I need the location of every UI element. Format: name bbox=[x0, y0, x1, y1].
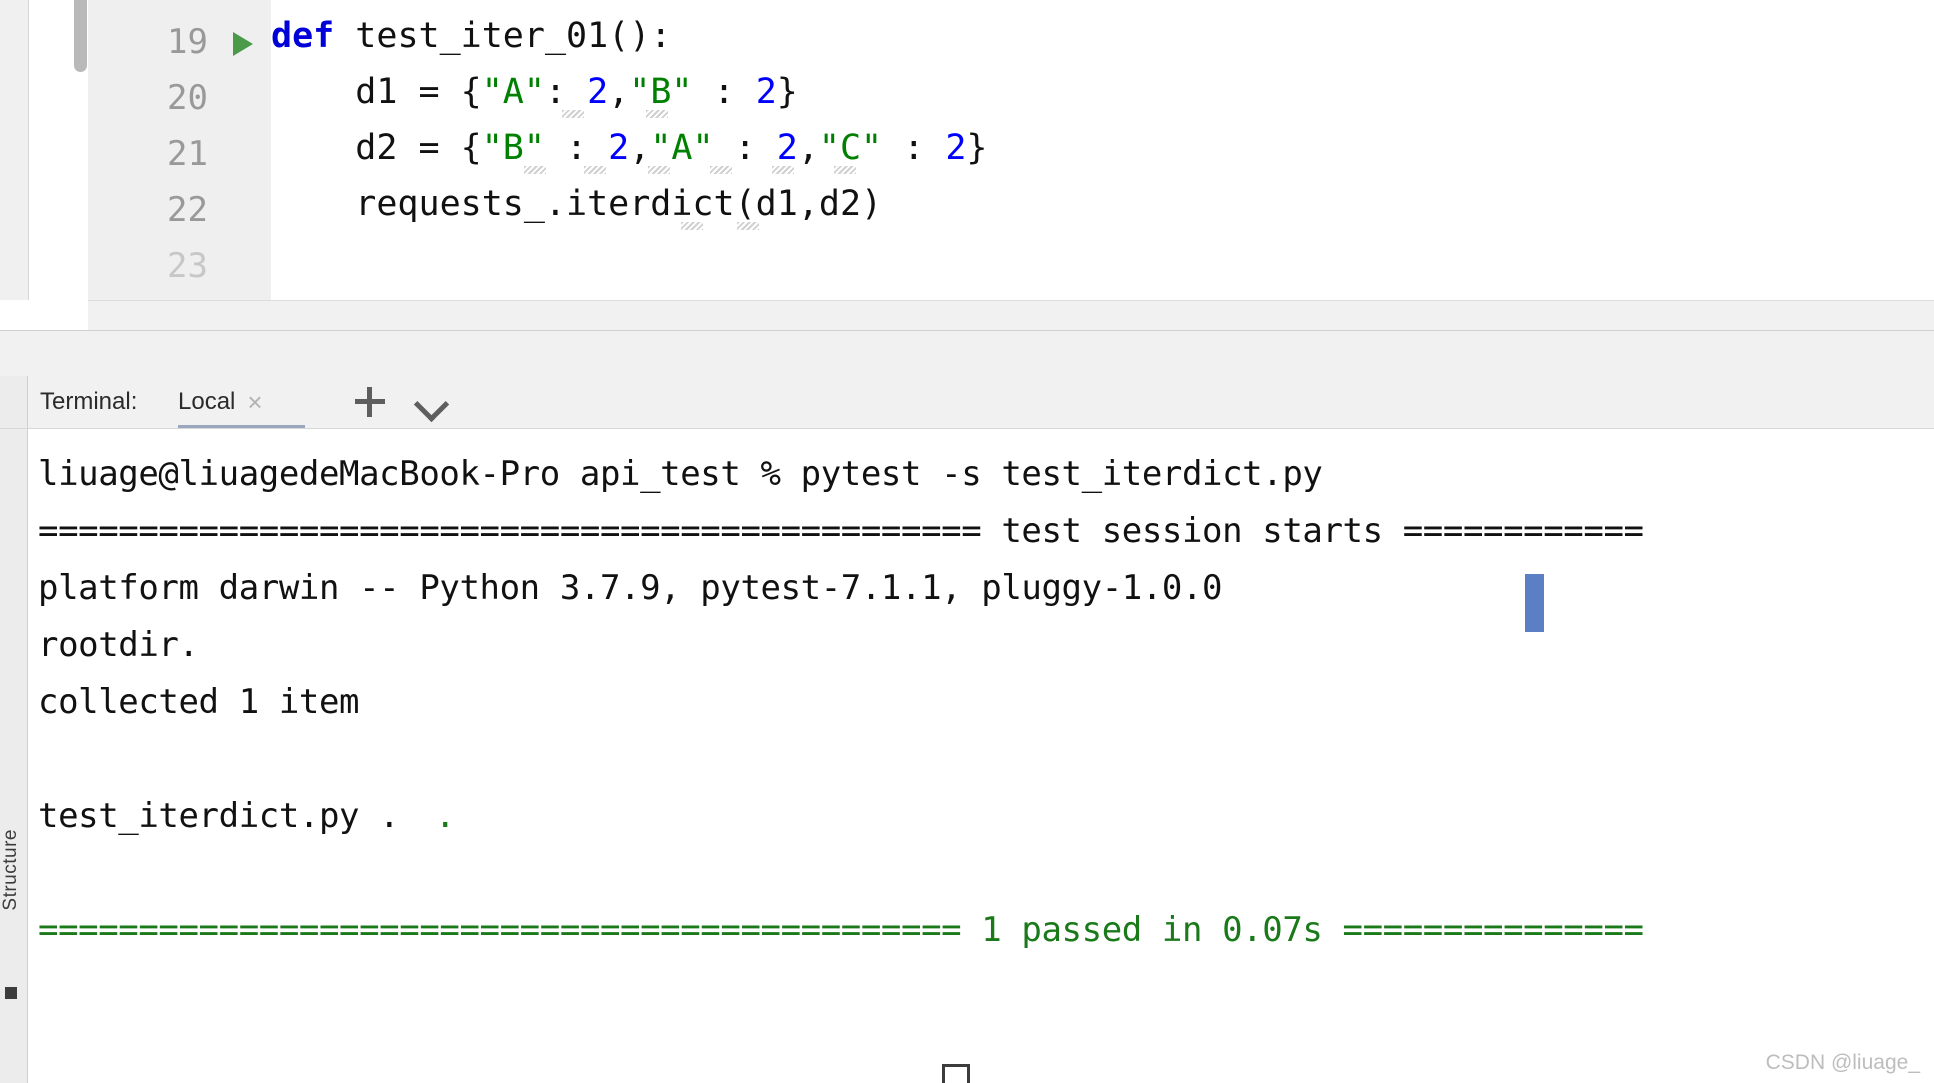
line-number-21: 21 bbox=[167, 134, 208, 174]
inspection-squiggle bbox=[584, 166, 606, 174]
code-token: d2 = { bbox=[271, 128, 482, 168]
code-token-string: "A" bbox=[481, 72, 545, 112]
code-token-number: 2 bbox=[945, 128, 967, 168]
line-number-19: 19 bbox=[167, 22, 208, 62]
code-token: d1 = { bbox=[271, 72, 482, 112]
terminal-tab-bar: Terminal: Local × bbox=[0, 376, 1934, 429]
terminal-line-platform: platform darwin -- Python 3.7.9, pytest-… bbox=[38, 568, 1223, 608]
terminal-tab-label: Local bbox=[178, 388, 236, 415]
inspection-squiggle bbox=[737, 222, 759, 230]
inspection-squiggle bbox=[710, 166, 732, 174]
line-number-23: 23 bbox=[167, 246, 208, 286]
terminal-line-test-result: test_iterdict.py . bbox=[38, 796, 400, 836]
code-token: , bbox=[608, 72, 630, 112]
terminal-left-strip: Structure bbox=[0, 429, 28, 1083]
inspection-squiggle bbox=[524, 166, 546, 174]
code-editor-pane[interactable]: 18 19 20 21 22 23 def test_iter_01(): d1… bbox=[0, 0, 1934, 330]
terminal-tab-local[interactable]: Local × bbox=[178, 376, 263, 428]
tool-window-left-strip bbox=[0, 376, 28, 428]
terminal-line-collected: collected 1 item bbox=[38, 682, 360, 722]
structure-icon bbox=[5, 987, 17, 999]
editor-line-number-gutter[interactable]: 18 19 20 21 22 23 bbox=[88, 0, 311, 330]
inspection-squiggle bbox=[562, 110, 584, 118]
code-line-19[interactable]: def test_iter_01(): bbox=[271, 8, 671, 64]
code-text-area[interactable]: def test_iter_01(): d1 = {"A": 2,"B" : 2… bbox=[271, 0, 1934, 330]
editor-left-gutter-strip bbox=[0, 0, 29, 330]
terminal-text-caret bbox=[1525, 574, 1544, 632]
code-token: } bbox=[776, 72, 798, 112]
watermark-text: CSDN @liuage_ bbox=[1765, 1051, 1920, 1074]
code-line-21[interactable]: d2 = {"B" : 2,"A" : 2,"C" : 2} bbox=[271, 120, 988, 176]
code-token: : bbox=[544, 128, 609, 168]
chevron-down-icon[interactable] bbox=[417, 392, 445, 408]
inspection-squiggle bbox=[681, 222, 703, 230]
inspection-squiggle bbox=[646, 110, 668, 118]
code-token-number: 2 bbox=[776, 128, 798, 168]
close-icon[interactable]: × bbox=[247, 389, 262, 415]
terminal-title-label: Terminal: bbox=[40, 388, 138, 415]
editor-bottom-left-corner bbox=[0, 300, 88, 330]
code-line-20[interactable]: d1 = {"A": 2,"B" : 2} bbox=[271, 64, 798, 120]
code-token-string: "B" bbox=[481, 128, 545, 168]
code-token-string: "C" bbox=[818, 128, 883, 168]
terminal-output-pane[interactable]: Structure liuage@liuagedeMacBook-Pro api… bbox=[0, 428, 1934, 1083]
code-token-string: "B" bbox=[629, 72, 693, 112]
code-token: } bbox=[966, 128, 988, 168]
code-token: , bbox=[629, 128, 651, 168]
code-token-string: "A" bbox=[650, 128, 714, 168]
line-number-22: 22 bbox=[167, 190, 208, 230]
line-number-20: 20 bbox=[167, 78, 208, 118]
terminal-test-pass-dot: . bbox=[435, 796, 456, 836]
code-token: , bbox=[797, 128, 819, 168]
terminal-line-summary: ========================================… bbox=[38, 910, 1644, 950]
editor-horizontal-scrollbar[interactable] bbox=[0, 300, 1934, 330]
terminal-line-session-header: ========================================… bbox=[38, 511, 1644, 551]
code-token-number: 2 bbox=[608, 128, 630, 168]
sidebar-item-structure[interactable]: Structure bbox=[0, 829, 27, 911]
editor-scrollbar-thumb[interactable] bbox=[74, 0, 87, 72]
code-token: : bbox=[692, 72, 756, 112]
code-token: requests_.iterdict(d1,d2) bbox=[271, 184, 883, 224]
tool-window-divider[interactable] bbox=[0, 330, 1934, 377]
code-token-number: 2 bbox=[587, 72, 609, 112]
code-token-def: def bbox=[271, 16, 356, 56]
code-token: : bbox=[544, 72, 588, 112]
inspection-squiggle bbox=[648, 166, 670, 174]
code-token: : bbox=[713, 128, 777, 168]
code-token-number: 2 bbox=[755, 72, 777, 112]
code-line-22[interactable]: requests_.iterdict(d1,d2) bbox=[271, 176, 882, 232]
bottom-status-notch-icon bbox=[942, 1064, 970, 1083]
line-number-18: 18 bbox=[88, 0, 208, 12]
terminal-line-prompt-command: liuage@liuagedeMacBook-Pro api_test % py… bbox=[38, 454, 1323, 494]
terminal-line-rootdir: rootdir. bbox=[38, 625, 199, 665]
inspection-squiggle bbox=[772, 166, 794, 174]
code-token-funcname: test_iter_01(): bbox=[355, 16, 672, 56]
code-token: : bbox=[882, 128, 946, 168]
run-test-arrow-icon[interactable] bbox=[233, 32, 253, 56]
inspection-squiggle bbox=[834, 166, 856, 174]
plus-icon[interactable] bbox=[355, 387, 385, 417]
